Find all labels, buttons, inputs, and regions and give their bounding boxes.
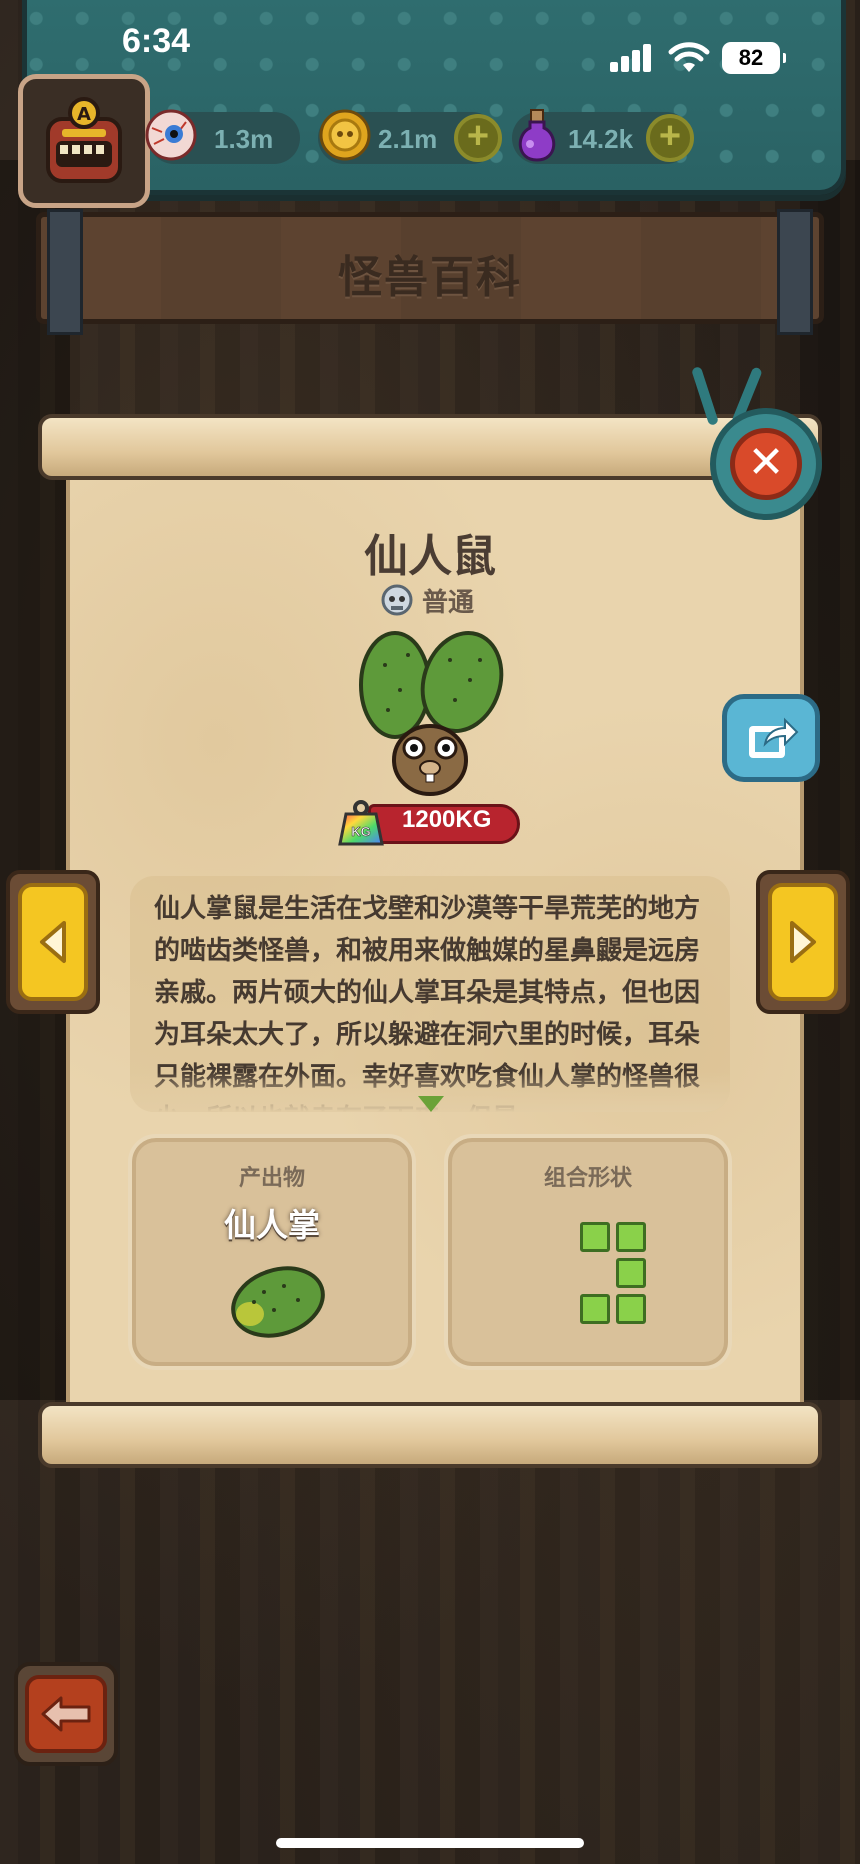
scroll-down-indicator-icon: [418, 1096, 444, 1112]
currency-potion: 14.2k +: [512, 109, 694, 164]
rarity-label: 普通: [422, 587, 475, 618]
combination-shape-grid: [580, 1222, 656, 1334]
rarity-tag: 普通: [380, 580, 474, 620]
weight-icon-text: KG: [351, 824, 371, 839]
add-coin-button[interactable]: +: [454, 114, 502, 162]
currency-eyeball-value: 1.3m: [214, 124, 274, 154]
next-monster-button[interactable]: [756, 870, 850, 1014]
shape-label: 组合形状: [543, 1166, 632, 1191]
weight-value: 1200KG: [402, 806, 492, 833]
weight-kg-icon: KG: [338, 800, 384, 846]
share-icon: [749, 717, 799, 758]
svg-text:A: A: [77, 104, 91, 125]
shape-cell: [616, 1222, 646, 1252]
home-indicator[interactable]: [276, 1838, 584, 1848]
wifi-icon: [668, 42, 710, 72]
shape-cell: [616, 1258, 646, 1288]
cactus-mouse-illustration: [359, 631, 504, 796]
status-time: 6:34: [122, 22, 191, 60]
rarity-skull-icon: [381, 584, 413, 616]
monster-avatar-icon: A: [46, 97, 122, 183]
title-plank: 怪兽百科: [36, 209, 824, 335]
shape-cell: [616, 1294, 646, 1324]
background-shadow-left: [0, 160, 70, 1400]
add-potion-button[interactable]: +: [646, 114, 694, 162]
player-avatar[interactable]: A: [18, 74, 150, 208]
back-button[interactable]: [14, 1662, 118, 1766]
potion-icon: [518, 109, 556, 162]
coin-icon: [319, 109, 371, 161]
close-icon: ✕: [730, 428, 802, 500]
product-label: 产出物: [238, 1166, 305, 1191]
previous-monster-button[interactable]: [6, 870, 100, 1014]
scroll-roll-top: [38, 414, 822, 480]
share-button[interactable]: [722, 694, 820, 782]
cellular-signal-icon: [610, 44, 654, 72]
shape-cell: [580, 1294, 610, 1324]
currency-eyeball: 1.3m: [145, 109, 300, 164]
close-button[interactable]: ✕: [710, 408, 822, 520]
shape-cell: [580, 1222, 610, 1252]
scroll-roll-bottom: [38, 1402, 822, 1468]
battery-indicator: 82: [722, 42, 786, 74]
product-name: 仙人掌: [223, 1206, 320, 1244]
weight-badge: KG 1200KG: [336, 798, 524, 848]
arrow-left-icon: [40, 921, 66, 963]
product-card: 产出物 仙人掌: [128, 1134, 416, 1370]
page-title: 怪兽百科: [338, 252, 522, 303]
currency-coin-value: 2.1m: [378, 124, 438, 154]
cactus-pad-icon: [231, 1266, 325, 1338]
monster-name: 仙人鼠: [364, 531, 496, 582]
eyeball-icon: [145, 109, 197, 161]
currency-potion-value: 14.2k: [568, 124, 634, 154]
currency-coin: 2.1m +: [318, 109, 502, 164]
back-arrow-icon: [41, 1696, 91, 1732]
background-shadow-right: [800, 160, 860, 1400]
description-box[interactable]: 仙人掌鼠是生活在戈壁和沙漠等干旱荒芜的地方的啮齿类怪兽，和被用来做触媒的星鼻鼹是…: [130, 876, 730, 1112]
arrow-right-icon: [790, 921, 816, 963]
shape-card: 组合形状: [444, 1134, 732, 1370]
